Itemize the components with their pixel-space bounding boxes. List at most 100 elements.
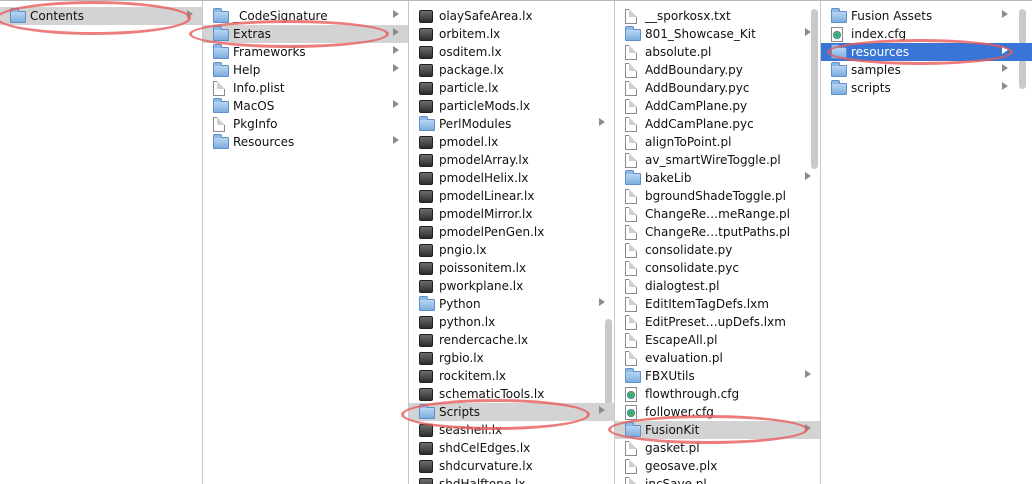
file-item[interactable]: pngio.lx [409, 241, 614, 259]
file-item[interactable]: poissonitem.lx [409, 259, 614, 277]
lx-icon [419, 478, 433, 484]
file-item[interactable]: EscapeAll.pl [615, 331, 820, 349]
folder-item[interactable]: MacOS [203, 97, 408, 115]
file-item[interactable]: absolute.pl [615, 43, 820, 61]
file-item[interactable]: bgroundShadeToggle.pl [615, 187, 820, 205]
file-item[interactable]: pmodelPenGen.lx [409, 223, 614, 241]
doc-icon [213, 117, 225, 132]
item-label: Scripts [439, 405, 481, 419]
file-item[interactable]: consolidate.pyc [615, 259, 820, 277]
file-item[interactable]: particle.lx [409, 79, 614, 97]
item-label: osditem.lx [439, 45, 502, 59]
item-label: pngio.lx [439, 243, 487, 257]
file-item[interactable]: osditem.lx [409, 43, 614, 61]
file-item[interactable]: Info.plist [203, 79, 408, 97]
file-item[interactable]: AddCamPlane.py [615, 97, 820, 115]
folder-item[interactable]: samples [821, 61, 1032, 79]
file-item[interactable]: alignToPoint.pl [615, 133, 820, 151]
file-item[interactable]: pmodelLinear.lx [409, 187, 614, 205]
file-item[interactable]: pmodelArray.lx [409, 151, 614, 169]
file-item[interactable]: AddCamPlane.pyc [615, 115, 820, 133]
item-label: pmodelPenGen.lx [439, 225, 545, 239]
file-item[interactable]: evaluation.pl [615, 349, 820, 367]
column-1[interactable]: Contents [0, 1, 203, 484]
file-item[interactable]: shdCelEdges.lx [409, 439, 614, 457]
file-item[interactable]: flowthrough.cfg [615, 385, 820, 403]
item-label: pworkplane.lx [439, 279, 524, 293]
disclosure-arrow-icon [1002, 10, 1008, 18]
file-item[interactable]: __sporkosx.txt [615, 7, 820, 25]
file-item[interactable]: pworkplane.lx [409, 277, 614, 295]
folder-item[interactable]: Help [203, 61, 408, 79]
file-item[interactable]: pmodel.lx [409, 133, 614, 151]
file-item[interactable]: gasket.pl [615, 439, 820, 457]
file-item[interactable]: python.lx [409, 313, 614, 331]
folder-item[interactable]: Fusion Assets [821, 7, 1032, 25]
column-4[interactable]: __sporkosx.txt 801_Showcase_Kit absolute.p… [615, 1, 821, 484]
folder-item[interactable]: Contents [0, 7, 202, 25]
file-item[interactable]: particleMods.lx [409, 97, 614, 115]
file-item[interactable]: ChangeRe…tputPaths.pl [615, 223, 820, 241]
file-item[interactable]: EditItemTagDefs.lxm [615, 295, 820, 313]
item-label: Info.plist [233, 81, 285, 95]
column-3[interactable]: olaySafeArea.lx orbitem.lx osditem.lx packa… [409, 1, 615, 484]
file-item[interactable]: package.lx [409, 61, 614, 79]
file-item[interactable]: AddBoundary.py [615, 61, 820, 79]
file-item[interactable]: PkgInfo [203, 115, 408, 133]
lx-icon [419, 208, 433, 221]
file-item[interactable]: rockitem.lx [409, 367, 614, 385]
column-2[interactable]: _CodeSignature Extras Frameworks Help Info.p… [203, 1, 409, 484]
folder-item[interactable]: _CodeSignature [203, 7, 408, 25]
folder-icon [213, 98, 229, 113]
folder-icon [213, 134, 229, 149]
folder-item[interactable]: Frameworks [203, 43, 408, 61]
column-5[interactable]: Fusion Assets index.cfg resources samples sc… [821, 1, 1032, 484]
folder-item[interactable]: Python [409, 295, 614, 313]
lx-icon [419, 262, 433, 275]
file-item[interactable]: pmodelHelix.lx [409, 169, 614, 187]
file-item[interactable]: av_smartWireToggle.pl [615, 151, 820, 169]
file-item[interactable]: olaySafeArea.lx [409, 7, 614, 25]
item-label: alignToPoint.pl [645, 135, 732, 149]
item-label: MacOS [233, 99, 275, 113]
item-label: Fusion Assets [851, 9, 933, 23]
item-label: AddBoundary.py [645, 63, 743, 77]
file-item[interactable]: index.cfg [821, 25, 1032, 43]
disclosure-arrow-icon [393, 100, 399, 108]
file-item[interactable]: rgbio.lx [409, 349, 614, 367]
folder-item[interactable]: PerlModules [409, 115, 614, 133]
file-item[interactable]: AddBoundary.pyc [615, 79, 820, 97]
folder-item[interactable]: Extras [203, 25, 408, 43]
lx-icon [419, 136, 433, 149]
file-item[interactable]: orbitem.lx [409, 25, 614, 43]
file-item[interactable]: dialogtest.pl [615, 277, 820, 295]
file-item[interactable]: shdcurvature.lx [409, 457, 614, 475]
folder-item[interactable]: scripts [821, 79, 1032, 97]
item-label: Help [233, 63, 261, 77]
folder-item[interactable]: resources [821, 43, 1032, 61]
file-item[interactable]: follower.cfg [615, 403, 820, 421]
file-item[interactable]: ChangeRe…meRange.pl [615, 205, 820, 223]
file-item[interactable]: schematicTools.lx [409, 385, 614, 403]
folder-item[interactable]: 801_Showcase_Kit [615, 25, 820, 43]
file-item[interactable]: rendercache.lx [409, 331, 614, 349]
folder-item[interactable]: FusionKit [615, 421, 820, 439]
lx-icon [419, 334, 433, 347]
file-item[interactable]: consolidate.py [615, 241, 820, 259]
folder-item[interactable]: Resources [203, 133, 408, 151]
file-item[interactable]: EditPreset…upDefs.lxm [615, 313, 820, 331]
disclosure-arrow-icon [599, 406, 605, 414]
item-label: av_smartWireToggle.pl [645, 153, 781, 167]
file-item[interactable]: pmodelMirror.lx [409, 205, 614, 223]
file-item[interactable]: geosave.plx [615, 457, 820, 475]
item-label: follower.cfg [645, 405, 714, 419]
item-label: PkgInfo [233, 117, 278, 131]
folder-item[interactable]: FBXUtils [615, 367, 820, 385]
item-label: absolute.pl [645, 45, 712, 59]
disclosure-arrow-icon [393, 46, 399, 54]
file-item[interactable]: seashell.lx [409, 421, 614, 439]
folder-item[interactable]: Scripts [409, 403, 614, 421]
doc-icon [625, 315, 637, 330]
folder-item[interactable]: bakeLib [615, 169, 820, 187]
disclosure-arrow-icon [1002, 46, 1008, 54]
